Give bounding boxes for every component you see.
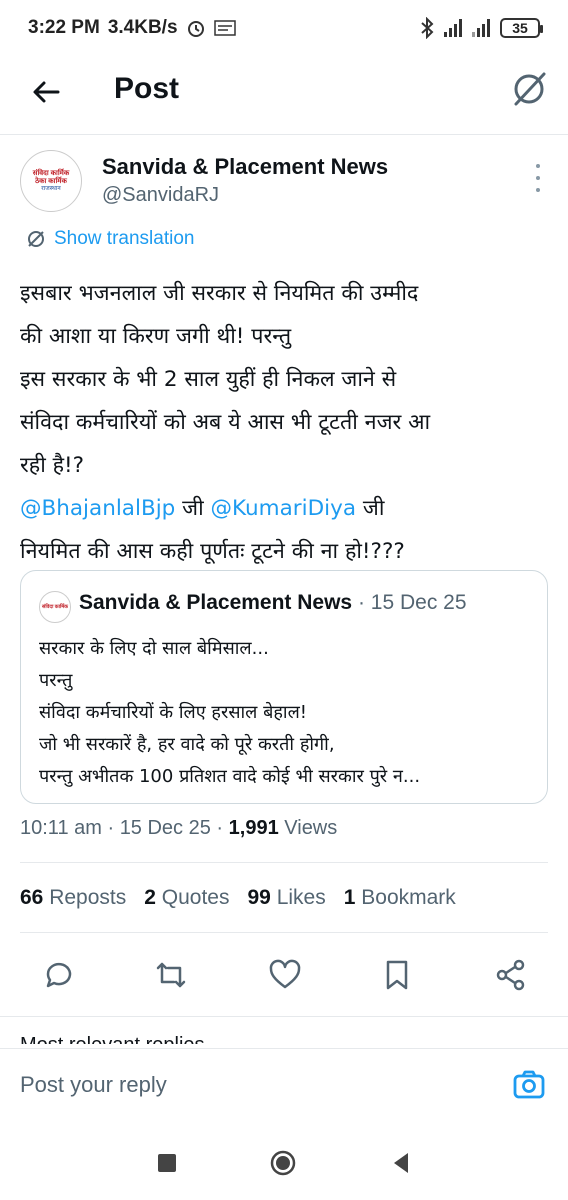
likes-stat[interactable]: 99 Likes [248,886,326,910]
author-name[interactable]: Sanvida & Placement News [102,154,388,180]
more-vertical-icon[interactable] [534,164,542,192]
quote-avatar: संविदा कार्मिक [39,591,71,623]
post-header: Post [0,56,568,130]
tweet-line: संविदा कर्मचारियों को अब ये आस भी टूटती … [20,410,431,435]
bookmarks-label: Bookmark [361,886,456,909]
share-icon[interactable] [494,958,528,992]
tweet-word: जी [175,496,211,521]
quote-line: परन्तु [39,670,73,691]
camera-icon[interactable] [512,1068,546,1102]
tweet-body: इसबार भजनलाल जी सरकार से नियमित की उम्मी… [20,272,552,573]
bookmark-icon[interactable] [380,958,414,992]
tweet-line: की आशा या किरण जगी थी! परन्तु [20,324,292,349]
nav-home-icon[interactable] [270,1150,296,1176]
tweet-line: नियमित की आस कही पूर्णतः टूटने की ना हो!… [20,539,405,564]
show-translation-link[interactable]: Show translation [26,228,194,250]
tweet-line: इस सरकार के भी 2 साल युहीं ही निकल जाने … [20,367,397,392]
reply-icon[interactable] [42,958,76,992]
post-stats: 66 Reposts 2 Quotes 99 Likes 1 Bookmark [20,886,456,910]
repost-icon[interactable] [154,958,188,992]
tweet-line: रही है!? [20,453,85,478]
nav-recents-icon[interactable] [154,1150,180,1176]
replies-heading: Most relevant replies [20,1034,205,1044]
reposts-stat[interactable]: 66 Reposts [20,886,126,910]
signal-icon [444,19,462,37]
quoted-post[interactable]: संविदा कार्मिक Sanvida & Placement News … [20,570,548,804]
likes-label: Likes [276,886,326,909]
actions-divider [0,1016,568,1017]
quote-author-name: Sanvida & Placement News [79,591,353,614]
views-count: 1,991 [228,817,279,839]
views-label: Views [284,817,338,839]
alarm-icon [187,21,204,37]
quote-avatar-text: संविदा कार्मिक [41,604,69,610]
header-divider [0,134,568,135]
battery-level: 35 [512,20,528,36]
tweet-mentions-line: @BhajanlalBjp जी @KumariDiya जी [20,487,552,530]
quotes-count: 2 [144,886,156,909]
reposts-label: Reposts [49,886,127,909]
quote-line: परन्तु अभीतक 100 प्रतिशत वादे कोई भी सरक… [39,766,421,787]
quote-date: · 15 Dec 25 [352,591,467,614]
grok-icon[interactable] [510,70,548,108]
page-title: Post [114,72,180,105]
status-speed: 3.4KB/s [107,17,178,38]
tweet-word: जी [356,496,385,521]
quotes-label: Quotes [161,886,230,909]
post-time: 10:11 am [20,817,102,839]
author-handle[interactable]: @SanvidaRJ [102,184,219,207]
translate-icon [28,231,44,247]
system-nav-bar [0,1124,568,1200]
bookmarks-count: 1 [343,886,356,909]
post-meta: 10:11 am · 15 Dec 25 · 1,991 Views [20,817,338,839]
stats-divider [20,932,548,933]
news-app-icon [213,20,236,36]
status-bar: 3:22 PM 3.4KB/s 35 [0,0,568,56]
battery-icon: 35 [500,18,543,38]
quotes-stat[interactable]: 2 Quotes [144,886,229,910]
avatar-text-1: संविदा कार्मिक [32,169,70,177]
reply-input[interactable]: Post your reply [20,1072,167,1098]
tweet-line: इसबार भजनलाल जी सरकार से नियमित की उम्मी… [20,281,419,306]
bookmarks-stat[interactable]: 1 Bookmark [344,886,456,910]
reply-bar: Post your reply [0,1048,568,1124]
nav-back-icon[interactable] [388,1150,414,1176]
post-date: 15 Dec 25 [119,817,211,839]
quote-line: संविदा कर्मचारियों के लिए हरसाल बेहाल! [39,702,307,723]
quote-header: Sanvida & Placement News · 15 Dec 25 [79,591,467,615]
quote-body: सरकार के लिए दो साल बेमिसाल... परन्तु सं… [39,633,535,793]
quote-line: सरकार के लिए दो साल बेमिसाल... [39,638,269,659]
meta-divider [20,862,548,863]
like-icon[interactable] [268,958,302,992]
avatar[interactable]: संविदा कार्मिक ठेका कार्मिक राजस्थान [20,150,82,212]
reposts-count: 66 [20,886,44,909]
likes-count: 99 [247,886,271,909]
avatar-text-3: राजस्थान [41,185,61,192]
mention-link[interactable]: @BhajanlalBjp [20,496,175,521]
show-translation-label: Show translation [54,228,195,249]
status-time: 3:22 PM [28,17,100,38]
bluetooth-icon [421,17,434,39]
mention-link[interactable]: @KumariDiya [211,496,357,521]
signal-4g-icon [472,19,490,37]
quote-line: जो भी सरकारें है, हर वादे को पूरे करती ह… [39,734,335,755]
action-bar [0,950,568,1000]
avatar-text-2: ठेका कार्मिक [35,177,67,185]
arrow-left-icon[interactable] [30,76,62,108]
